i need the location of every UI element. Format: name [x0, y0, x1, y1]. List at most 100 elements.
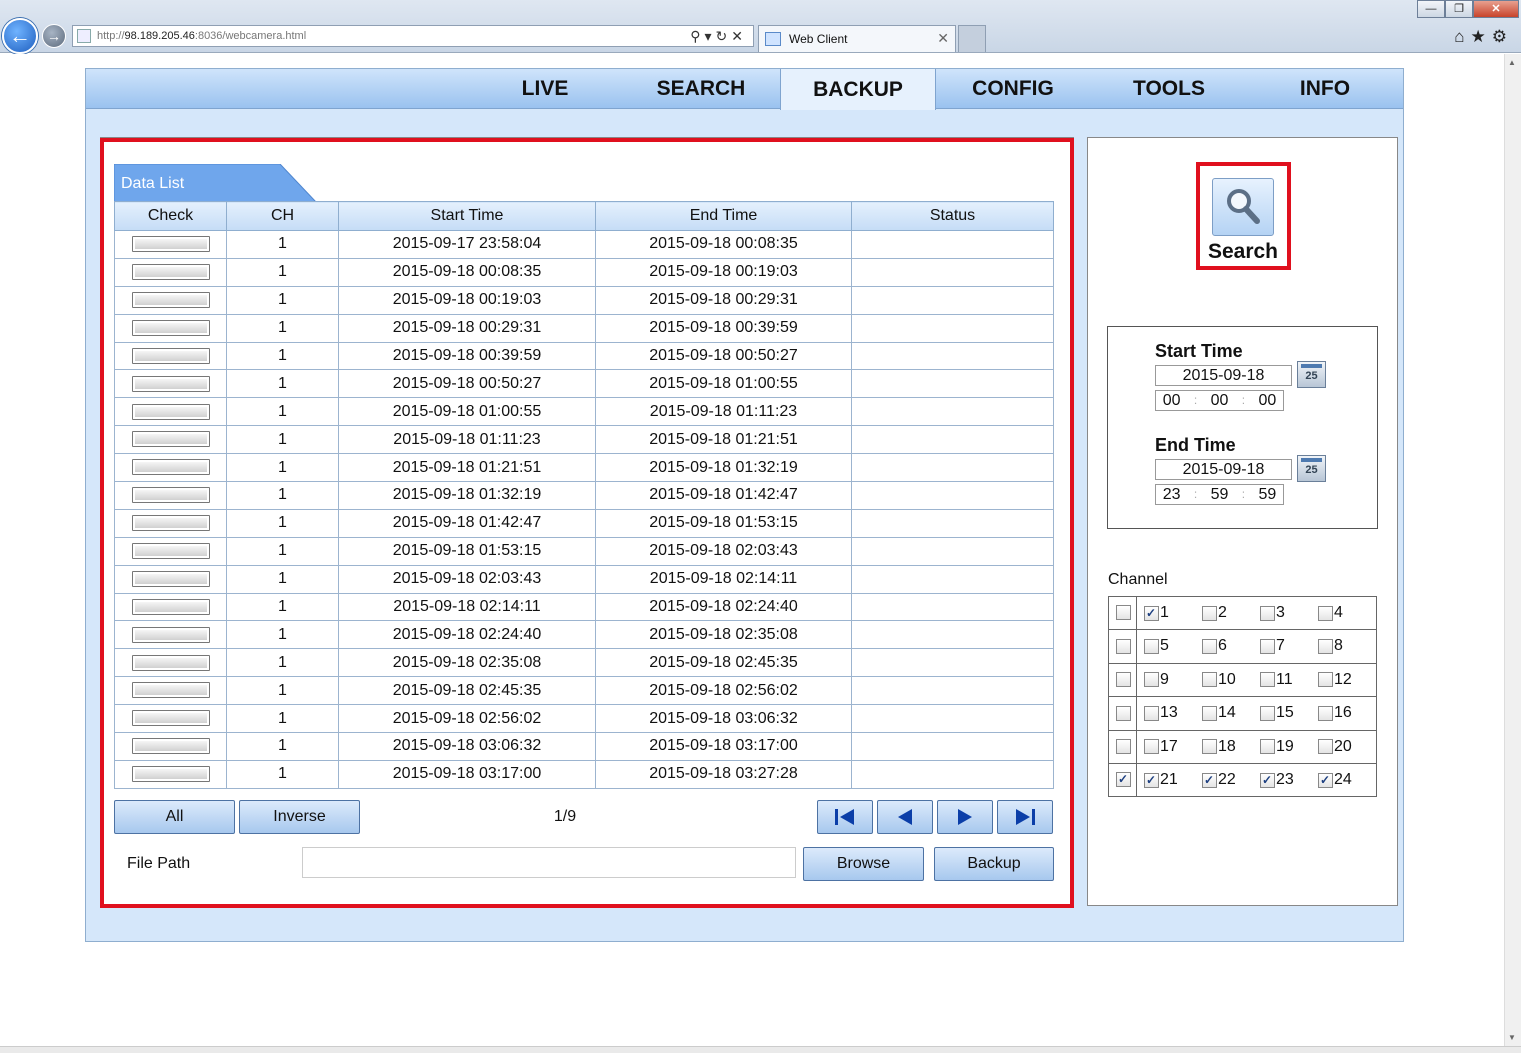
back-arrow-icon[interactable]: ← — [2, 18, 38, 54]
row-checkbox[interactable] — [131, 626, 210, 643]
channel-checkbox[interactable] — [1260, 672, 1275, 688]
row-checkbox[interactable] — [131, 347, 210, 364]
backup-button[interactable]: Backup — [934, 847, 1054, 881]
channel-item[interactable]: 6 — [1202, 637, 1260, 655]
table-row[interactable]: 1 2015-09-18 00:08:35 2015-09-18 00:19:03 — [114, 257, 1054, 287]
row-select-checkbox[interactable] — [1116, 739, 1131, 755]
channel-item[interactable]: 17 — [1144, 738, 1202, 756]
table-row[interactable]: 1 2015-09-18 00:50:27 2015-09-18 01:00:55 — [114, 369, 1054, 399]
channel-checkbox[interactable] — [1202, 739, 1217, 755]
channel-item[interactable]: 2 — [1202, 604, 1260, 622]
start-hour[interactable]: 00 — [1163, 391, 1181, 410]
menu-config[interactable]: CONFIG — [958, 69, 1068, 109]
start-second[interactable]: 00 — [1258, 391, 1276, 410]
minimize-icon[interactable]: — — [1417, 0, 1445, 18]
menu-info[interactable]: INFO — [1270, 69, 1380, 109]
row-select-cell[interactable] — [1108, 762, 1137, 798]
end-second[interactable]: 59 — [1258, 485, 1276, 504]
row-checkbox[interactable] — [131, 264, 210, 281]
new-tab-button[interactable] — [958, 25, 986, 52]
channel-item[interactable]: 8 — [1318, 637, 1376, 655]
row-checkbox[interactable] — [131, 236, 210, 253]
row-check-cell[interactable] — [114, 620, 227, 650]
channel-item[interactable]: 16 — [1318, 704, 1376, 722]
address-tools-icons[interactable]: ⚲▾↻✕ — [690, 28, 747, 45]
next-page-button[interactable] — [937, 800, 993, 834]
vertical-scrollbar[interactable]: ▲ ▼ — [1504, 54, 1521, 1046]
channel-checkbox[interactable] — [1318, 638, 1333, 654]
channel-checkbox[interactable] — [1318, 705, 1333, 721]
row-check-cell[interactable] — [114, 369, 227, 399]
row-select-checkbox[interactable] — [1116, 605, 1131, 621]
channel-item[interactable]: 10 — [1202, 671, 1260, 689]
tab-close-icon[interactable]: ✕ — [937, 30, 949, 47]
row-checkbox[interactable] — [131, 682, 210, 699]
end-hour[interactable]: 23 — [1163, 485, 1181, 504]
row-check-cell[interactable] — [114, 341, 227, 371]
table-row[interactable]: 1 2015-09-18 03:06:32 2015-09-18 03:17:00 — [114, 732, 1054, 761]
row-check-cell[interactable] — [114, 732, 227, 761]
row-checkbox[interactable] — [131, 570, 210, 587]
row-checkbox[interactable] — [131, 766, 210, 783]
inverse-button[interactable]: Inverse — [239, 800, 360, 834]
table-row[interactable]: 1 2015-09-18 01:42:47 2015-09-18 01:53:15 — [114, 508, 1054, 538]
channel-item[interactable]: 11 — [1260, 671, 1318, 689]
channel-item[interactable]: 23 — [1260, 771, 1318, 789]
channel-item[interactable]: 22 — [1202, 771, 1260, 789]
channel-item[interactable]: 20 — [1318, 738, 1376, 756]
channel-item[interactable]: 13 — [1144, 704, 1202, 722]
start-date-field[interactable]: 2015-09-18 — [1155, 365, 1292, 386]
row-checkbox[interactable] — [131, 291, 210, 308]
channel-checkbox[interactable] — [1144, 772, 1159, 788]
row-check-cell[interactable] — [114, 425, 227, 455]
channel-item[interactable]: 24 — [1318, 771, 1376, 789]
channel-item[interactable]: 12 — [1318, 671, 1376, 689]
row-check-cell[interactable] — [114, 508, 227, 538]
menu-tools[interactable]: TOOLS — [1114, 69, 1224, 109]
table-row[interactable]: 1 2015-09-18 01:00:55 2015-09-18 01:11:23 — [114, 397, 1054, 427]
end-calendar-icon[interactable]: 25 — [1297, 455, 1326, 482]
channel-item[interactable]: 7 — [1260, 637, 1318, 655]
home-icon[interactable]: ⌂ — [1454, 27, 1470, 46]
start-calendar-icon[interactable]: 25 — [1297, 361, 1326, 388]
table-row[interactable]: 1 2015-09-18 02:35:08 2015-09-18 02:45:35 — [114, 648, 1054, 678]
row-check-cell[interactable] — [114, 453, 227, 483]
row-checkbox[interactable] — [131, 459, 210, 476]
row-check-cell[interactable] — [114, 564, 227, 594]
channel-item[interactable]: 18 — [1202, 738, 1260, 756]
row-check-cell[interactable] — [114, 257, 227, 287]
channel-checkbox[interactable] — [1202, 605, 1217, 621]
row-check-cell[interactable] — [114, 313, 227, 343]
first-page-button[interactable] — [817, 800, 873, 834]
browse-button[interactable]: Browse — [803, 847, 924, 881]
row-select-checkbox[interactable] — [1116, 705, 1131, 721]
table-row[interactable]: 1 2015-09-18 02:56:02 2015-09-18 03:06:32 — [114, 704, 1054, 734]
row-check-cell[interactable] — [114, 759, 227, 789]
row-checkbox[interactable] — [131, 598, 210, 615]
channel-item[interactable]: 15 — [1260, 704, 1318, 722]
row-checkbox[interactable] — [131, 319, 210, 336]
row-check-cell[interactable] — [114, 481, 227, 510]
forward-arrow-icon[interactable]: → — [42, 24, 66, 48]
channel-checkbox[interactable] — [1144, 739, 1159, 755]
row-select-cell[interactable] — [1108, 629, 1137, 664]
row-select-cell[interactable] — [1108, 662, 1137, 698]
channel-item[interactable]: 9 — [1144, 671, 1202, 689]
row-checkbox[interactable] — [131, 515, 210, 532]
table-row[interactable]: 1 2015-09-18 00:19:03 2015-09-18 00:29:31 — [114, 285, 1054, 315]
channel-item[interactable]: 1 — [1144, 604, 1202, 622]
channel-checkbox[interactable] — [1260, 605, 1275, 621]
table-row[interactable]: 1 2015-09-18 02:14:11 2015-09-18 02:24:40 — [114, 592, 1054, 622]
browser-tab[interactable]: Web Client ✕ — [758, 25, 956, 52]
channel-checkbox[interactable] — [1144, 672, 1159, 688]
address-bar[interactable]: http://98.189.205.46:8036/webcamera.html… — [72, 25, 754, 47]
channel-item[interactable]: 19 — [1260, 738, 1318, 756]
row-check-cell[interactable] — [114, 704, 227, 734]
menu-live[interactable]: LIVE — [490, 69, 600, 109]
start-time-field[interactable]: 00: 00: 00 — [1155, 390, 1284, 411]
table-row[interactable]: 1 2015-09-18 02:03:43 2015-09-18 02:14:11 — [114, 564, 1054, 594]
horizontal-scrollbar[interactable] — [0, 1046, 1521, 1053]
row-checkbox[interactable] — [131, 738, 210, 755]
close-window-icon[interactable]: ✕ — [1473, 0, 1519, 18]
channel-checkbox[interactable] — [1144, 638, 1159, 654]
